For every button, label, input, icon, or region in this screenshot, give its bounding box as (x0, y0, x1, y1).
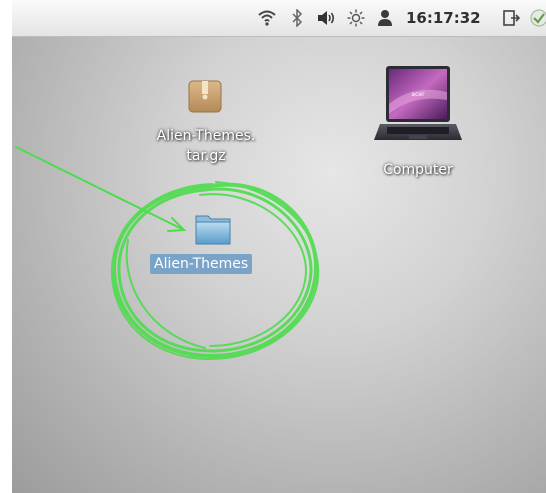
laptop-icon: acer (373, 64, 463, 156)
logout-icon[interactable] (503, 8, 521, 28)
archive-package-icon (187, 78, 223, 118)
svg-text:acer: acer (411, 91, 425, 98)
top-panel: 16:17:32 (12, 0, 546, 37)
user-icon[interactable] (377, 8, 393, 28)
volume-icon[interactable] (317, 8, 337, 28)
archive-label-line2: tar.gz (186, 148, 226, 164)
archive-label-line1: Alien-Themes. (156, 128, 256, 144)
folder-icon (194, 210, 232, 250)
desktop-screen: 16:17:32 Alien-Themes. tar.gz acer Compu… (12, 0, 546, 493)
brightness-icon[interactable] (347, 8, 365, 28)
bluetooth-icon[interactable] (291, 8, 303, 28)
clock[interactable]: 16:17:32 (406, 8, 481, 28)
update-icon[interactable] (530, 8, 546, 28)
computer-label: Computer (383, 162, 453, 178)
wifi-icon[interactable] (258, 8, 276, 28)
folder-label: Alien-Themes (150, 254, 253, 274)
